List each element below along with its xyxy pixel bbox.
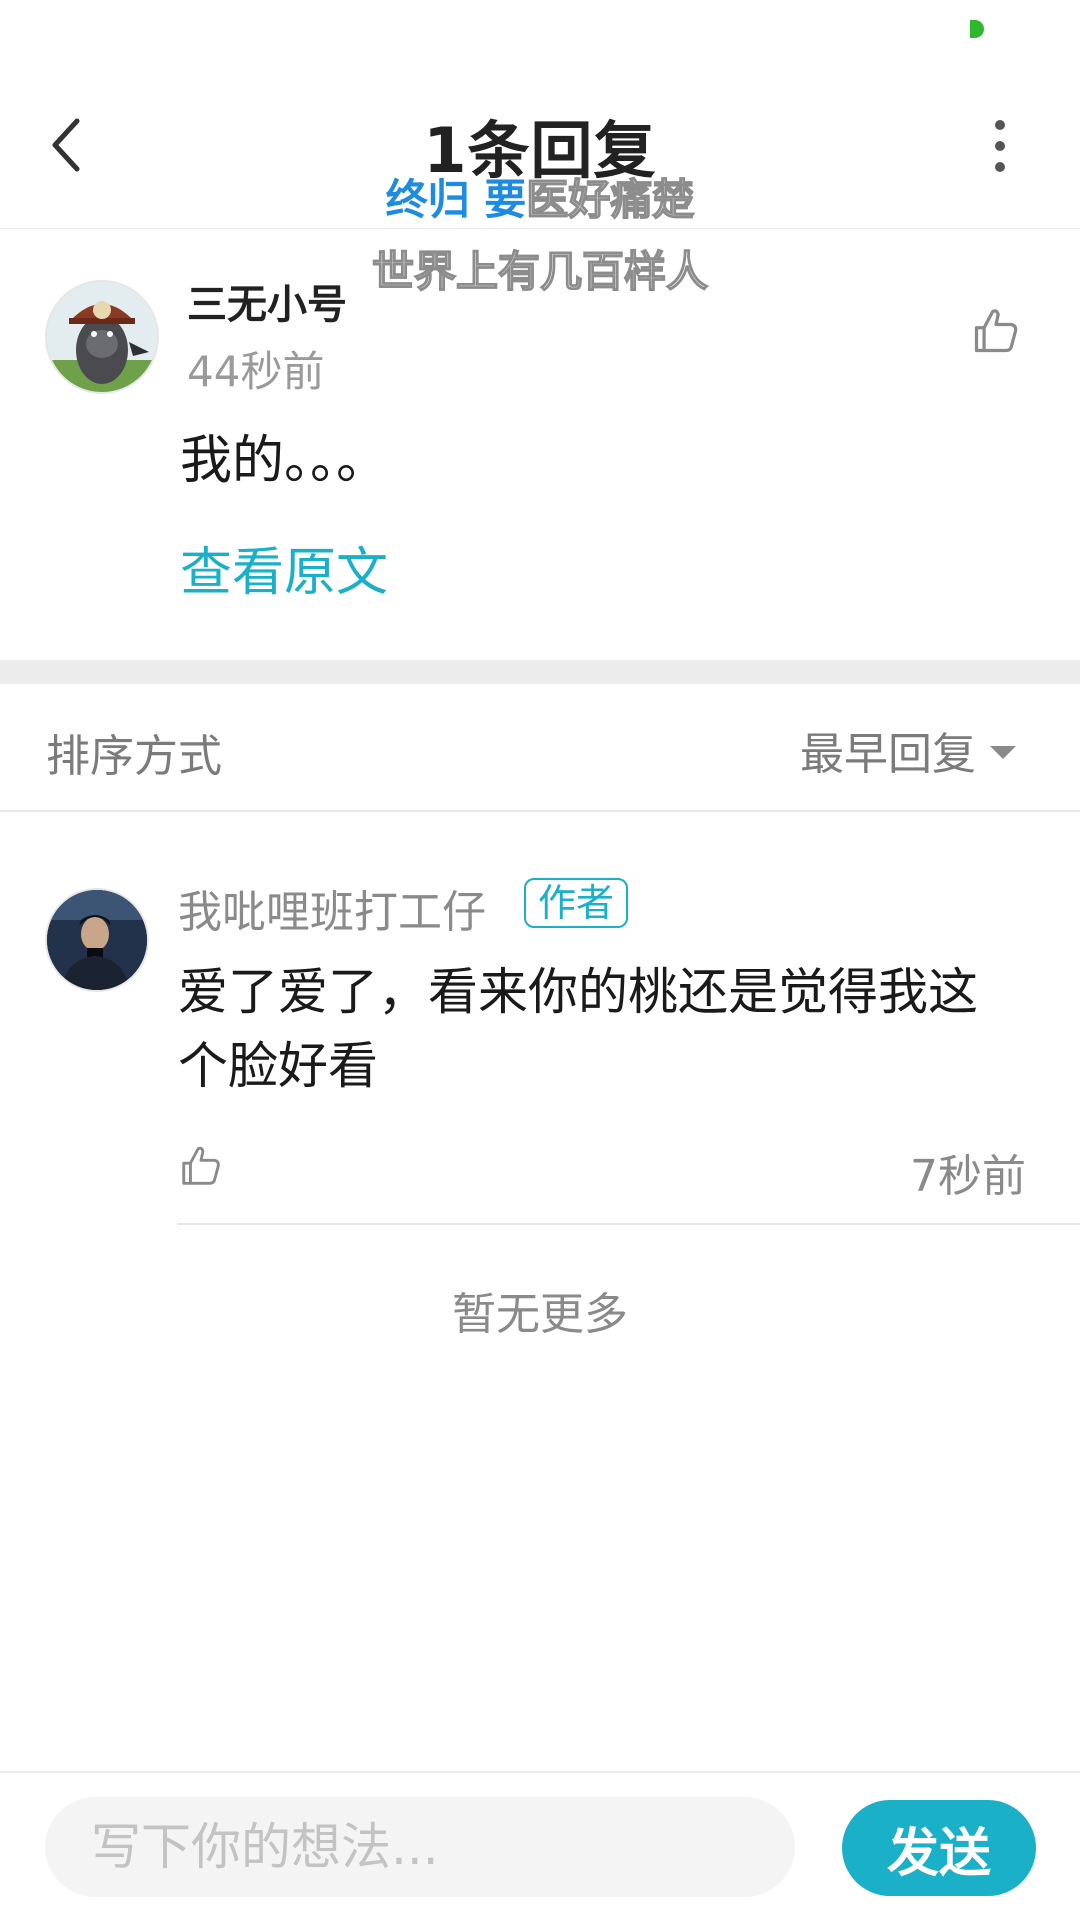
sort-label: 排序方式 [46,731,222,782]
author-badge: 作者 [524,878,629,928]
sort-selected-value: 最早回复 [800,729,976,780]
header-divider [0,228,1080,229]
compose-divider [0,1771,1080,1773]
lyric-overlay-line2: 世界上有几百样人 [371,246,709,297]
reply-avatar[interactable] [45,888,149,992]
wolf-avatar-icon [47,282,157,392]
thumbs-up-icon [182,1146,220,1185]
more-options-button[interactable] [975,120,1025,172]
lyric-overlay-rest: 医好痛楚 [526,174,696,225]
reply-like-button[interactable] [178,1143,224,1189]
no-more-text: 暂无更多 [452,1289,628,1340]
comment-input[interactable] [45,1797,795,1897]
more-vertical-icon [995,120,1005,130]
lyric-overlay-highlight: 终归 要 [385,175,527,224]
view-original-link[interactable]: 查看原文 [180,530,388,605]
reply-timestamp: 7秒前 [910,1151,1026,1202]
sort-dropdown[interactable]: 最早回复 [800,718,1016,782]
status-indicator-icon [970,20,984,38]
reply-author-name[interactable]: 我吡哩班打工仔 [178,876,486,940]
author-name[interactable]: 三无小号 [187,272,347,330]
post-content: 我的。。。 [180,431,389,491]
reply-content: 爱了爱了，看来你的桃还是觉得我这个脸好看 [178,963,978,1095]
chevron-down-icon [990,745,1016,759]
person-avatar-icon [47,890,147,990]
timestamp: 44秒前 [187,347,325,396]
like-button[interactable] [970,305,1022,357]
reply-divider [177,1223,1080,1225]
section-divider [0,660,1080,684]
thumbs-up-icon [974,309,1018,353]
lyric-overlay-line1: 终归 要医好痛楚 [0,166,1080,227]
sort-divider [0,810,1080,812]
send-button[interactable]: 发送 [842,1800,1036,1896]
avatar[interactable] [45,280,159,394]
